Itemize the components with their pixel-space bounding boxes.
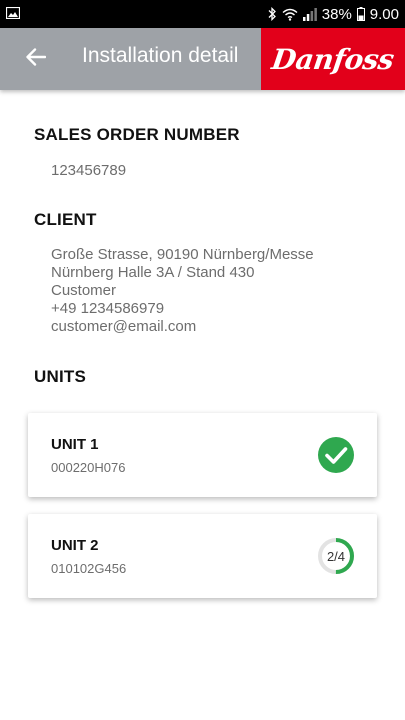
app-bar: Installation detail Danfoss: [0, 28, 405, 90]
battery-text: 38%: [321, 5, 352, 23]
status-bar: 38% 9.00: [0, 0, 405, 28]
status-left: [5, 6, 21, 23]
sales-order-heading: SALES ORDER NUMBER: [34, 125, 240, 144]
client-address-line-2: Nürnberg Halle 3A / Stand 430: [51, 264, 255, 281]
unit-code: 010102G456: [51, 561, 127, 576]
check-circle-icon: [317, 436, 355, 474]
wifi-icon: [282, 8, 298, 21]
clock-text: 9.00: [369, 5, 399, 23]
battery-icon: [356, 7, 365, 21]
client-name: Customer: [51, 282, 117, 299]
page-title: Installation detail: [82, 44, 239, 67]
unit-name: UNIT 1: [51, 436, 99, 453]
client-details: Große Strasse, 90190 Nürnberg/Messe Nürn…: [51, 246, 314, 336]
brand-logo: Danfoss: [261, 28, 405, 90]
client-email: customer@email.com: [51, 318, 197, 335]
progress-label: 2/4: [326, 548, 346, 564]
client-heading: CLIENT: [34, 210, 97, 229]
unit-code: 000220H076: [51, 460, 126, 475]
arrow-left-icon: [26, 47, 47, 71]
client-address-line-1: Große Strasse, 90190 Nürnberg/Messe: [51, 246, 314, 263]
image-icon: [5, 6, 21, 23]
bluetooth-icon: [267, 7, 277, 21]
unit-card[interactable]: UNIT 2 010102G456 2/4: [28, 514, 377, 598]
unit-name: UNIT 2: [51, 537, 99, 554]
back-button[interactable]: [22, 45, 50, 73]
brand-logo-text: Danfoss: [269, 42, 397, 76]
sales-order-value: 123456789: [51, 162, 127, 179]
progress-ring: 2/4: [317, 537, 355, 575]
status-right: 38% 9.00: [267, 6, 399, 23]
units-heading: UNITS: [34, 367, 86, 386]
signal-icon: [302, 7, 317, 21]
unit-card[interactable]: UNIT 1 000220H076: [28, 413, 377, 497]
client-phone: +49 1234586979: [51, 300, 165, 317]
